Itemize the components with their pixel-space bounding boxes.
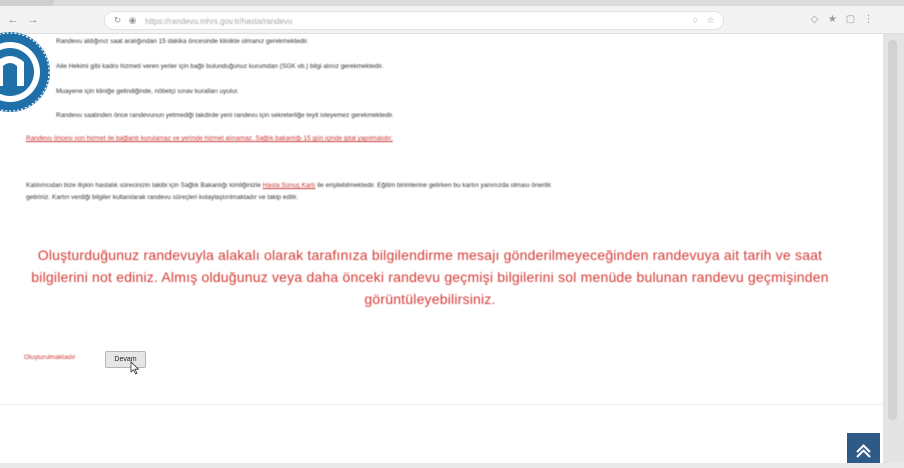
ministry-logo: [0, 32, 50, 112]
favorites-icon[interactable]: ★: [826, 13, 839, 26]
bookmark-star-icon[interactable]: ☆: [705, 15, 716, 26]
browser-toolbar: ← → ↻ ◉ https://randevu.mhrs.gov.tr/hast…: [0, 6, 904, 34]
scrollbar-thumb[interactable]: [888, 40, 897, 420]
forward-arrow-icon[interactable]: →: [26, 13, 40, 27]
info-line-1-before: Katılımcıdan bize ilişkin hastalık sürec…: [26, 182, 261, 189]
info-line-1: Katılımcıdan bize ilişkin hastalık sürec…: [26, 181, 552, 190]
info-paragraph-1: Randevu aldığınız saat aralığından 15 da…: [56, 38, 309, 45]
url-text[interactable]: https://randevu.mhrs.gov.tr/hasta/randev…: [145, 16, 292, 27]
info-paragraph-2: Aile Hekimi gibi kadro hizmeti veren yer…: [56, 63, 384, 70]
menu-dots-icon[interactable]: ⋮: [862, 13, 875, 26]
appointment-notice: Oluşturduğunuz randevuyla alakalı olarak…: [31, 247, 829, 307]
status-label: Oluşturulmaktadır: [24, 354, 76, 361]
refresh-icon[interactable]: ↻: [112, 15, 123, 26]
patient-card-link[interactable]: Hasta Sonuç Kartı: [263, 182, 316, 189]
extensions-icon[interactable]: ◇: [808, 13, 821, 26]
lock-icon[interactable]: ◉: [127, 15, 138, 26]
zoom-icon[interactable]: ○: [690, 15, 701, 26]
info-paragraph-4: Randevu saatinden önce randevunun yetmed…: [56, 112, 394, 119]
address-bar[interactable]: ↻ ◉ https://randevu.mhrs.gov.tr/hasta/ra…: [104, 11, 724, 30]
collections-icon[interactable]: ▢: [844, 13, 857, 26]
page-footer-area: [0, 404, 883, 463]
info-line-2: getiriniz. Kartın verdiği bilgiler kulla…: [26, 194, 299, 201]
mouse-cursor-icon: [130, 361, 140, 375]
scroll-to-top-button[interactable]: [847, 433, 880, 463]
red-warning-line: Randevu öncesi son hizmet ile bağlantı k…: [26, 135, 393, 142]
info-paragraph-3: Muayene için kliniğe gelindiğinde, nöbet…: [56, 88, 239, 95]
info-line-1-after: ile erişilebilmektedir. Eğitim birimleri…: [317, 182, 553, 189]
back-arrow-icon[interactable]: ←: [6, 13, 20, 27]
chevron-up-icon: [856, 444, 871, 458]
